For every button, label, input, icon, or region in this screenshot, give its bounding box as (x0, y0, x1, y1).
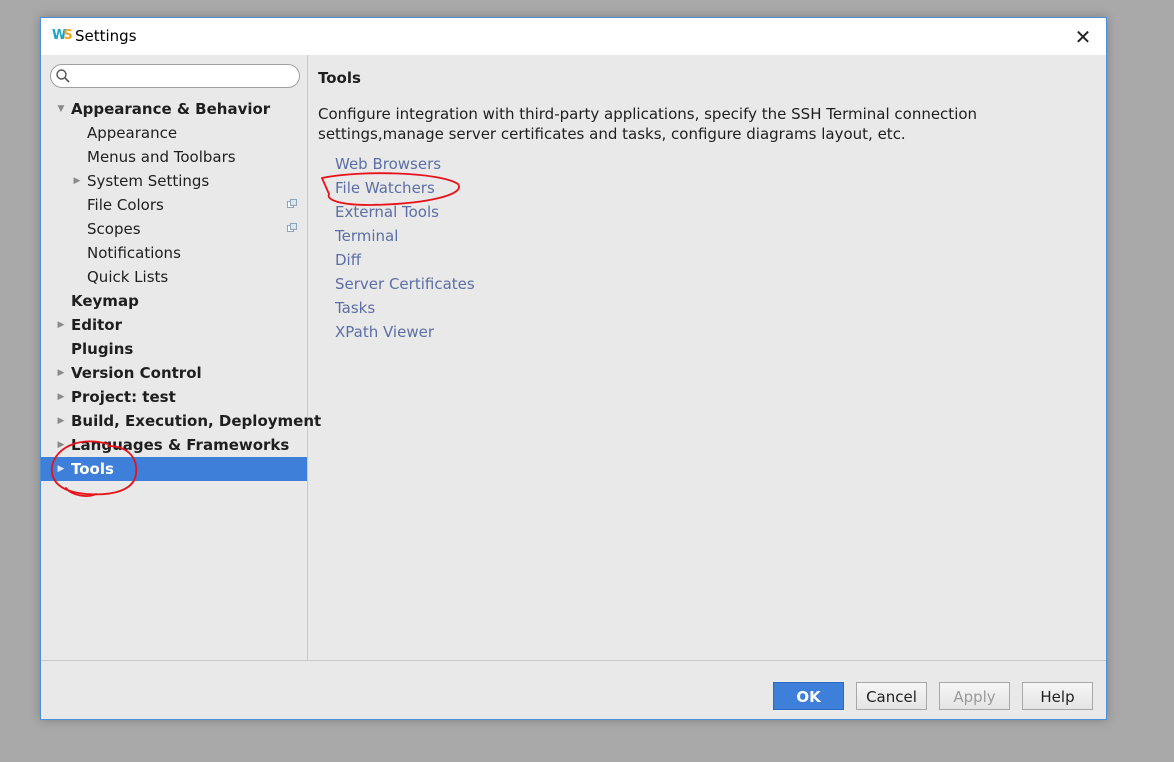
expand-arrow-icon[interactable]: ▶ (56, 433, 66, 457)
settings-dialog: WS Settings ✕ ▼ Appearance & Behavior Ap… (40, 17, 1107, 720)
help-button[interactable]: Help (1022, 682, 1093, 710)
tree-item-label: Plugins (71, 340, 134, 358)
tree-item-label: Languages & Frameworks (71, 436, 290, 454)
search-icon (56, 69, 70, 83)
link-server-certificates[interactable]: Server Certificates (335, 272, 475, 296)
tools-link-list: Web Browsers File Watchers External Tool… (335, 152, 475, 344)
footer-divider (41, 660, 1106, 661)
tree-item-appearance[interactable]: Appearance (41, 121, 307, 145)
tree-item-editor[interactable]: ▶ Editor (41, 313, 307, 337)
page-title: Tools (318, 69, 361, 87)
tree-item-label: Quick Lists (87, 268, 169, 286)
tree-item-tools[interactable]: ▶ Tools (41, 457, 307, 481)
tree-item-label: Editor (71, 316, 122, 334)
tree-item-scopes[interactable]: Scopes (41, 217, 307, 241)
link-terminal[interactable]: Terminal (335, 224, 475, 248)
window-title: Settings (75, 27, 137, 45)
tree-item-label: Project: test (71, 388, 176, 406)
link-tasks[interactable]: Tasks (335, 296, 475, 320)
tree-item-label: Notifications (87, 244, 181, 262)
tree-item-quick-lists[interactable]: Quick Lists (41, 265, 307, 289)
link-xpath-viewer[interactable]: XPath Viewer (335, 320, 475, 344)
tree-item-label: Version Control (71, 364, 202, 382)
link-file-watchers[interactable]: File Watchers (335, 176, 475, 200)
tree-item-label: Appearance (87, 124, 178, 142)
tree-item-version-control[interactable]: ▶ Version Control (41, 361, 307, 385)
tree-item-languages-frameworks[interactable]: ▶ Languages & Frameworks (41, 433, 307, 457)
title-bar: WS Settings ✕ (41, 18, 1106, 55)
expand-arrow-icon[interactable]: ▼ (56, 97, 66, 121)
tree-item-label: Build, Execution, Deployment (71, 412, 322, 430)
tree-item-label: Scopes (87, 220, 141, 238)
close-icon[interactable]: ✕ (1068, 22, 1098, 52)
tree-item-label: File Colors (87, 196, 164, 214)
page-description: Configure integration with third-party a… (318, 105, 978, 143)
content-panel: Tools Configure integration with third-p… (308, 55, 1106, 660)
expand-arrow-icon[interactable]: ▶ (56, 409, 66, 433)
project-level-icon (287, 199, 297, 208)
settings-tree: ▼ Appearance & Behavior Appearance Menus… (41, 97, 322, 481)
tree-item-label: Tools (71, 460, 114, 478)
project-level-icon (287, 223, 297, 232)
cancel-button[interactable]: Cancel (856, 682, 927, 710)
tree-item-label: Appearance & Behavior (71, 100, 271, 118)
expand-arrow-icon[interactable]: ▶ (72, 169, 82, 193)
settings-sidebar: ▼ Appearance & Behavior Appearance Menus… (41, 55, 322, 660)
webstorm-app-icon: WS (52, 28, 73, 43)
expand-arrow-icon[interactable]: ▶ (56, 457, 66, 481)
tree-item-keymap[interactable]: Keymap (41, 289, 307, 313)
tree-item-menus-toolbars[interactable]: Menus and Toolbars (41, 145, 307, 169)
tree-item-project[interactable]: ▶ Project: test (41, 385, 307, 409)
tree-item-label: Keymap (71, 292, 139, 310)
link-diff[interactable]: Diff (335, 248, 475, 272)
ok-button[interactable]: OK (773, 682, 844, 710)
tree-item-notifications[interactable]: Notifications (41, 241, 307, 265)
expand-arrow-icon[interactable]: ▶ (56, 313, 66, 337)
tree-item-label: System Settings (87, 172, 210, 190)
link-external-tools[interactable]: External Tools (335, 200, 475, 224)
apply-button[interactable]: Apply (939, 682, 1010, 710)
tree-item-plugins[interactable]: Plugins (41, 337, 307, 361)
tree-item-appearance-behavior[interactable]: ▼ Appearance & Behavior (41, 97, 307, 121)
tree-item-build-execution-deployment[interactable]: ▶ Build, Execution, Deployment (41, 409, 322, 433)
link-web-browsers[interactable]: Web Browsers (335, 152, 475, 176)
tree-item-file-colors[interactable]: File Colors (41, 193, 307, 217)
search-input[interactable] (73, 67, 297, 87)
tree-item-label: Menus and Toolbars (87, 148, 236, 166)
tree-item-system-settings[interactable]: ▶ System Settings (41, 169, 307, 193)
search-field[interactable] (50, 64, 300, 88)
expand-arrow-icon[interactable]: ▶ (56, 361, 66, 385)
expand-arrow-icon[interactable]: ▶ (56, 385, 66, 409)
